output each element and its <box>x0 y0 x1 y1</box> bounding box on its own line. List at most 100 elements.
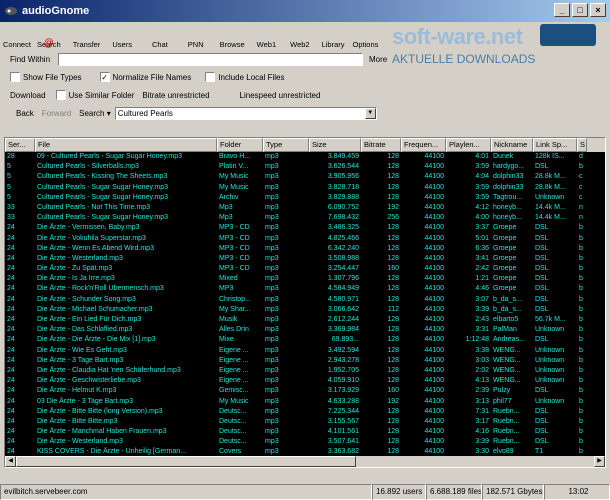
include-local-option[interactable]: Include Local Files <box>205 72 285 82</box>
table-cell: 3:59 <box>475 183 489 191</box>
search-query-input[interactable]: Cultured Pearls ▼ <box>114 106 377 120</box>
table-cell: Musik <box>219 316 238 323</box>
table-cell: DSL <box>535 254 549 262</box>
table-cell: 4:01 <box>475 153 489 160</box>
tool-chat[interactable]: Chat <box>149 40 171 50</box>
table-cell: 2.943.278 <box>327 356 359 364</box>
table-row[interactable]: 24 Die Ärzte - Die Ärzte - Die Mix [1].mp… <box>5 335 605 345</box>
table-row[interactable]: 24 Die Ärzte - Das Schlaflied.mp3 Alles Dr… <box>5 325 605 335</box>
table-row[interactable]: 5 Cultured Pearls - Kissing The Sheets.mp… <box>5 172 605 182</box>
table-row[interactable]: 24 Die Ärzte - Wie Es Geht.mp3 Eigene ... m… <box>5 346 605 356</box>
table-cell: 128 <box>387 417 399 425</box>
tool-browse[interactable]: Browse <box>217 40 248 50</box>
tool-web2[interactable]: Web2 <box>287 40 312 50</box>
forward-button[interactable]: Forward <box>42 109 71 118</box>
watermark-brand: soft-ware.net <box>392 24 523 49</box>
table-cell: Cultured Pearls - Not This Time.mp3 <box>37 203 151 211</box>
column-header[interactable]: Nickname <box>491 138 533 152</box>
table-row[interactable]: 24 Die Ärzte - Rock'n'Roll Übermensch.mp3… <box>5 284 605 294</box>
column-header[interactable]: File <box>35 138 217 152</box>
column-header[interactable]: Link Sp... <box>533 138 577 152</box>
normalize-names-option[interactable]: ✓ Normalize File Names <box>99 72 192 82</box>
table-row[interactable]: 24 Die Ärzte - Ein Lied Für Dich.mp3 Musik… <box>5 315 605 325</box>
table-cell: 3.507.641 <box>327 438 359 446</box>
column-header[interactable]: Size <box>309 138 361 152</box>
table-row[interactable]: 33 Cultured Pearls - Sugar Sugar Honey.mp… <box>5 213 605 223</box>
table-row[interactable]: 28 09 - Cultured Pearls - Sugar Sugar Hon… <box>5 152 605 162</box>
table-row[interactable]: 24 Die Ärzte - Vokuhila Superstar.mp3 MP3 … <box>5 234 605 244</box>
table-row[interactable]: 5 Cultured Pearls - Sugar Sugar Honey.mp3… <box>5 193 605 203</box>
table-row[interactable]: 24 Die Ärzte - Schunder Song.mp3 Christop.… <box>5 295 605 305</box>
table-cell: 3:03 <box>475 356 489 364</box>
tool-search[interactable]: @ Search <box>34 38 64 50</box>
table-row[interactable]: 24 Die Ärzte - Geschwisterliebe.mp3 Eigene… <box>5 376 605 386</box>
table-row[interactable]: 24 Die Ärzte - Is Ja Irre.mp3 Mixed mp3 1.30… <box>5 274 605 284</box>
table-cell: DSL <box>535 417 549 425</box>
column-header[interactable]: Playlen... <box>446 138 491 152</box>
column-header[interactable]: Ser... <box>5 138 35 152</box>
table-row[interactable]: 24 Die Ärzte - Westerland.mp3 MP3 - CD mp3 3… <box>5 254 605 264</box>
maximize-button[interactable]: □ <box>572 3 588 17</box>
table-row[interactable]: 24 Die Ärzte - Michael Schumacher.mp3 My S… <box>5 305 605 315</box>
table-cell: 4:00 <box>475 214 489 222</box>
table-row[interactable]: 24 Die Ärzte - Wenn Es Abend Wird.mp3 MP3 … <box>5 244 605 254</box>
table-row[interactable]: 24 03 Die Ärzte - 3 Tage Bart.mp3 My Music… <box>5 397 605 407</box>
table-row[interactable]: 24 Die Ärzte - Bitte Bitte.mp3 Deutsc... mp… <box>5 417 605 427</box>
table-cell: 24 <box>7 285 15 293</box>
table-row[interactable]: 24 Die Ärzte - Manchmal Haben Frauen.mp3 D… <box>5 427 605 437</box>
scroll-thumb[interactable] <box>16 456 356 467</box>
find-within-input[interactable] <box>58 52 363 66</box>
horizontal-scrollbar[interactable]: ◀ ▶ <box>5 456 605 467</box>
column-header[interactable]: S <box>577 138 587 152</box>
column-header[interactable]: Type <box>263 138 309 152</box>
table-cell: 128 <box>387 173 399 181</box>
scroll-right-icon[interactable]: ▶ <box>594 456 605 467</box>
normalize-names-label: Normalize File Names <box>112 72 192 82</box>
tool-users[interactable]: Users <box>109 40 135 50</box>
table-row[interactable]: 24 Die Ärzte - Vermissen, Baby.mp3 MP3 - C… <box>5 223 605 233</box>
more-button[interactable]: More <box>369 55 387 64</box>
use-similar-folder-option[interactable]: Use Similar Folder <box>55 90 134 100</box>
back-button[interactable]: Back <box>16 109 34 118</box>
normalize-names-checkbox[interactable]: ✓ <box>99 72 110 82</box>
include-local-checkbox[interactable] <box>205 72 216 82</box>
bitrate-filter[interactable]: Bitrate unrestricted <box>142 91 209 100</box>
table-cell: Die Ärzte - Michael Schumacher.mp3 <box>37 305 153 313</box>
table-cell: 44100 <box>424 387 444 395</box>
table-cell: Unknown <box>535 356 565 364</box>
table-row[interactable]: 24 Die Ärzte - Westerland.mp3 Deutsc... mp3… <box>5 437 605 447</box>
tool-options[interactable]: Options <box>350 40 382 50</box>
use-similar-folder-checkbox[interactable] <box>55 90 66 100</box>
close-button[interactable]: × <box>590 3 606 17</box>
table-row[interactable]: 24 Die Ärzte - Helmut K.mp3 Gemisc... mp3 3.… <box>5 386 605 396</box>
download-label[interactable]: Download <box>10 91 46 100</box>
scroll-left-icon[interactable]: ◀ <box>5 456 16 467</box>
table-cell: Die Ärzte - Ein Lied Für Dich.mp3 <box>37 316 142 323</box>
table-row[interactable]: 5 Cultured Pearls - Sugar Sugar Honey.mp3… <box>5 183 605 193</box>
linespeed-filter[interactable]: Linespeed unrestricted <box>240 91 321 100</box>
column-header[interactable]: Folder <box>217 138 263 152</box>
column-header[interactable]: Bitrate <box>361 138 401 152</box>
column-header[interactable]: Frequen... <box>401 138 446 152</box>
table-row[interactable]: 24 Die Ärzte - Claudia Hat 'nen Schäferhu… <box>5 366 605 376</box>
table-cell: mp3 <box>265 428 279 436</box>
table-row[interactable]: 24 Die Ärzte - Bitte Bitte (long Version)… <box>5 407 605 417</box>
table-cell: Ruebn... <box>493 417 520 425</box>
tool-library[interactable]: Library <box>319 40 348 50</box>
tool-connect[interactable]: Connect <box>0 40 34 50</box>
app-icon <box>5 7 17 15</box>
search-dropdown[interactable]: Search ▾ <box>79 109 111 118</box>
table-row[interactable]: 33 Cultured Pearls - Not This Time.mp3 Mp3… <box>5 203 605 213</box>
table-row[interactable]: 24 Die Ärzte - 3 Tage Bart.mp3 Eigene ... m… <box>5 356 605 366</box>
tool-transfer[interactable]: Transfer <box>70 40 104 50</box>
table-cell: b_da_s... <box>493 295 522 303</box>
minimize-button[interactable]: _ <box>554 3 570 17</box>
table-row[interactable]: 24 Die Ärzte - Zu Spät.mp3 MP3 - CD mp3 3.25… <box>5 264 605 274</box>
table-cell: 3.173.929 <box>327 387 359 395</box>
table-row[interactable]: 5 Cultured Pearls - Silverballs.mp3 Platin… <box>5 162 605 172</box>
tool-pnn[interactable]: PNN <box>185 40 207 50</box>
show-file-types-checkbox[interactable] <box>10 72 20 82</box>
show-file-types-option[interactable]: Show File Types <box>10 72 82 82</box>
dropdown-arrow-icon[interactable]: ▼ <box>364 107 376 119</box>
tool-web1[interactable]: Web1 <box>254 40 279 50</box>
